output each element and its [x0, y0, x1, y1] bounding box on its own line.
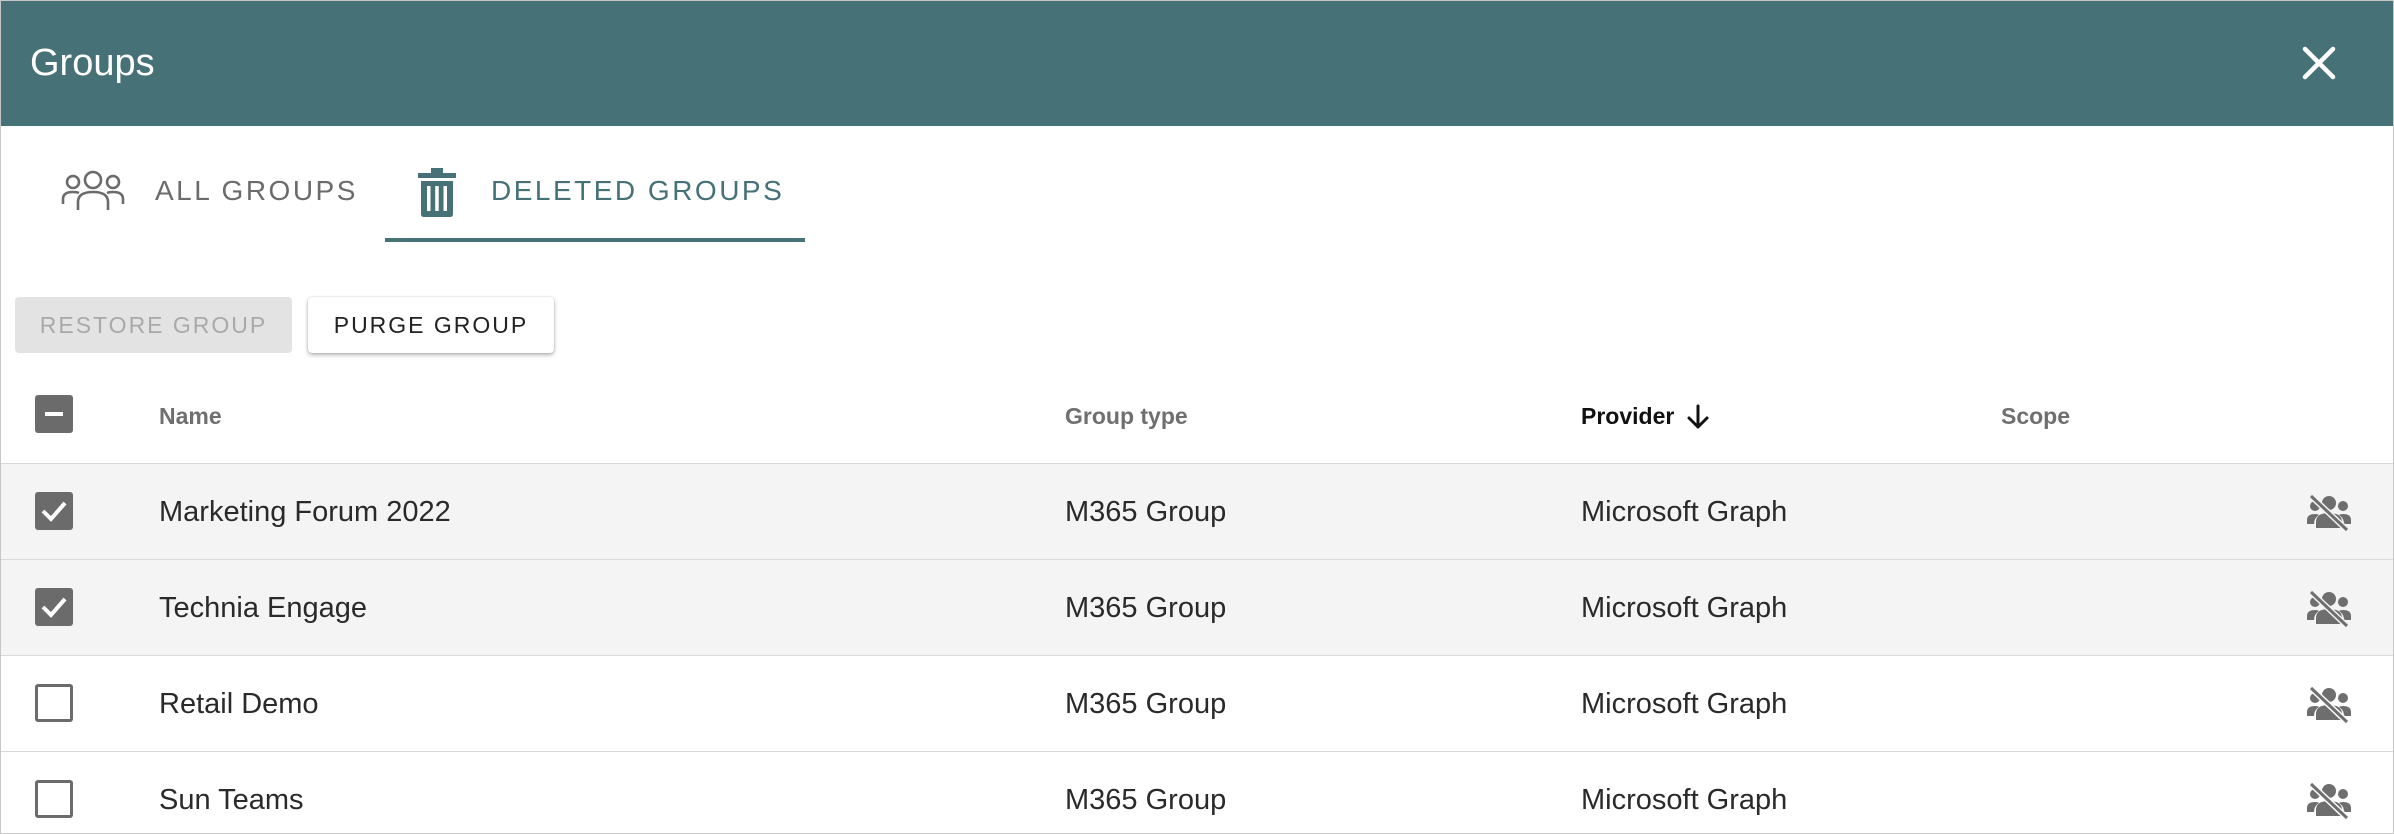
table-row[interactable]: Technia Engage M365 Group Microsoft Grap…: [1, 560, 2393, 656]
close-button[interactable]: [2295, 39, 2343, 87]
groups-dialog: Groups ALL GROUPS DELETED GROUPS RESTORE…: [0, 0, 2394, 834]
purge-group-button[interactable]: PURGE GROUP: [308, 297, 554, 353]
dialog-title: Groups: [30, 42, 155, 84]
row-checkbox[interactable]: [35, 780, 73, 818]
tab-deleted-groups[interactable]: DELETED GROUPS: [385, 126, 805, 242]
cell-name: Sun Teams: [159, 784, 304, 816]
column-header-provider[interactable]: Provider: [1581, 401, 1711, 431]
active-tab-indicator: [385, 238, 805, 242]
column-header-provider-label: Provider: [1581, 403, 1675, 429]
cell-group-type: M365 Group: [1065, 784, 1227, 816]
people-off-icon[interactable]: [2307, 492, 2351, 532]
table-row[interactable]: Retail Demo M365 Group Microsoft Graph: [1, 656, 2393, 752]
cell-provider: Microsoft Graph: [1581, 592, 1788, 624]
table-header: Name Group type Provider Scope: [1, 367, 2393, 464]
trash-icon: [418, 168, 456, 217]
cell-provider: Microsoft Graph: [1581, 496, 1788, 528]
column-header-scope[interactable]: Scope: [2001, 401, 2070, 431]
arrow-down-icon: [1687, 404, 1709, 429]
select-all-checkbox[interactable]: [35, 395, 73, 433]
minus-icon: [45, 412, 63, 416]
column-header-name[interactable]: Name: [159, 401, 222, 431]
restore-group-button[interactable]: RESTORE GROUP: [15, 297, 292, 353]
cell-provider: Microsoft Graph: [1581, 784, 1788, 816]
people-off-icon[interactable]: [2307, 588, 2351, 628]
tab-deleted-groups-label: DELETED GROUPS: [491, 175, 785, 206]
close-icon: [2302, 46, 2336, 80]
cell-group-type: M365 Group: [1065, 688, 1227, 720]
people-off-icon[interactable]: [2307, 780, 2351, 820]
check-icon: [41, 597, 67, 618]
row-checkbox[interactable]: [35, 588, 73, 626]
table-row[interactable]: Sun Teams M365 Group Microsoft Graph: [1, 752, 2393, 833]
cell-provider: Microsoft Graph: [1581, 688, 1788, 720]
cell-name: Technia Engage: [159, 592, 367, 624]
cell-group-type: M365 Group: [1065, 592, 1227, 624]
check-icon: [41, 501, 67, 522]
cell-group-type: M365 Group: [1065, 496, 1227, 528]
people-icon: [61, 170, 125, 210]
row-checkbox[interactable]: [35, 684, 73, 722]
cell-name: Marketing Forum 2022: [159, 496, 451, 528]
column-header-group-type[interactable]: Group type: [1065, 401, 1188, 431]
tab-all-groups-label: ALL GROUPS: [155, 175, 358, 206]
tab-all-groups[interactable]: ALL GROUPS: [41, 126, 371, 242]
cell-name: Retail Demo: [159, 688, 319, 720]
people-off-icon[interactable]: [2307, 684, 2351, 724]
row-checkbox[interactable]: [35, 492, 73, 530]
dialog-header: Groups: [1, 1, 2393, 126]
table-row[interactable]: Marketing Forum 2022 M365 Group Microsof…: [1, 464, 2393, 560]
tab-bar: ALL GROUPS DELETED GROUPS: [1, 126, 2393, 242]
